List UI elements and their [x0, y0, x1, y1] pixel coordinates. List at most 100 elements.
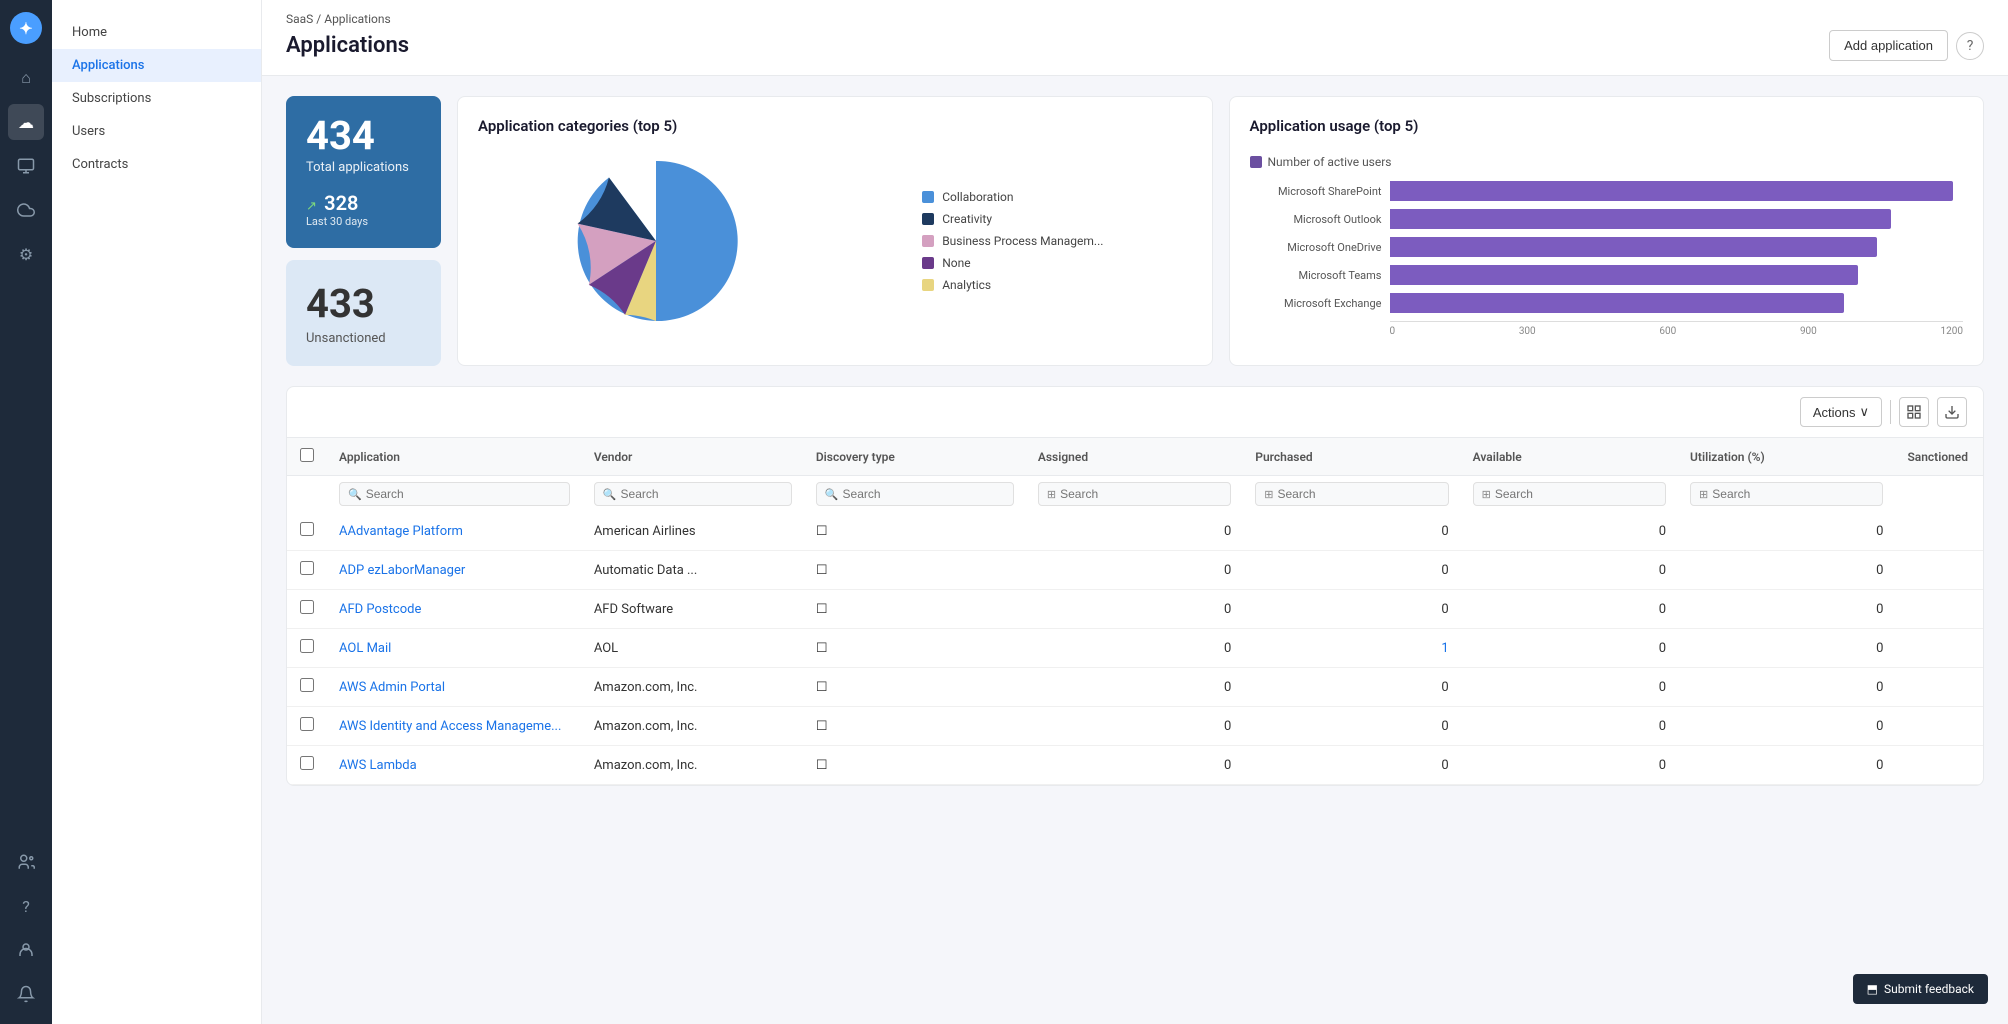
- td-utilization-4: 0: [1678, 668, 1895, 707]
- app-link-3[interactable]: AOL Mail: [339, 641, 391, 656]
- sidebar-icon-user[interactable]: [8, 932, 44, 968]
- vendor-search-input[interactable]: [621, 487, 783, 501]
- help-button[interactable]: ?: [1956, 32, 1984, 60]
- bar-label-2: Microsoft OneDrive: [1250, 241, 1390, 254]
- row-checkbox-1[interactable]: [300, 561, 314, 575]
- td-search-available: ⊞: [1461, 476, 1678, 513]
- td-assigned-3: 0: [1026, 629, 1243, 668]
- td-app-6: AWS Lambda: [327, 746, 582, 785]
- td-discovery-4: ☐: [804, 668, 1026, 707]
- select-all-checkbox[interactable]: [300, 448, 314, 462]
- app-link-1[interactable]: ADP ezLaborManager: [339, 563, 465, 578]
- bar-row-0: Microsoft SharePoint: [1250, 181, 1964, 201]
- app-logo: ✦: [10, 12, 42, 44]
- td-assigned-6: 0: [1026, 746, 1243, 785]
- actions-button[interactable]: Actions ∨: [1800, 397, 1882, 427]
- nav-item-home[interactable]: Home: [52, 16, 261, 49]
- sidebar-icon-monitor[interactable]: [8, 148, 44, 184]
- bar-label-1: Microsoft Outlook: [1250, 213, 1390, 226]
- discovery-search-input[interactable]: [843, 487, 1005, 501]
- legend-label-collaboration: Collaboration: [942, 190, 1013, 204]
- grid-icon-utilization: ⊞: [1699, 488, 1708, 501]
- app-link-4[interactable]: AWS Admin Portal: [339, 680, 445, 695]
- axis-600: 600: [1659, 326, 1676, 337]
- app-link-6[interactable]: AWS Lambda: [339, 758, 417, 773]
- export-button[interactable]: [1937, 397, 1967, 427]
- sidebar-icon-home[interactable]: ⌂: [8, 60, 44, 96]
- app-link-0[interactable]: AAdvantage Platform: [339, 524, 463, 539]
- td-utilization-5: 0: [1678, 707, 1895, 746]
- application-search-input[interactable]: [366, 487, 561, 501]
- assigned-search-cell[interactable]: ⊞: [1038, 482, 1231, 506]
- nav-item-users[interactable]: Users: [52, 115, 261, 148]
- td-vendor-3: AOL: [582, 629, 804, 668]
- sidebar-icon-help[interactable]: ?: [8, 888, 44, 924]
- axis-300: 300: [1519, 326, 1536, 337]
- application-search-cell[interactable]: 🔍: [339, 482, 570, 506]
- bar-label-0: Microsoft SharePoint: [1250, 185, 1390, 198]
- grid-icon-purchased: ⊞: [1264, 488, 1273, 501]
- available-search-input[interactable]: [1495, 487, 1657, 501]
- bar-fill-0: [1390, 181, 1954, 201]
- feedback-icon: ⬒: [1867, 982, 1878, 996]
- row-checkbox-3[interactable]: [300, 639, 314, 653]
- td-utilization-6: 0: [1678, 746, 1895, 785]
- td-check-6: [287, 746, 327, 785]
- page-title: Applications: [286, 33, 409, 58]
- sidebar-icon-cloud[interactable]: ☁: [8, 104, 44, 140]
- td-sanctioned-6: [1895, 746, 1983, 785]
- column-settings-button[interactable]: [1899, 397, 1929, 427]
- nav-item-subscriptions[interactable]: Subscriptions: [52, 82, 261, 115]
- app-link-2[interactable]: AFD Postcode: [339, 602, 421, 617]
- bar-axis-line: [1390, 321, 1964, 322]
- row-checkbox-6[interactable]: [300, 756, 314, 770]
- available-search-cell[interactable]: ⊞: [1473, 482, 1666, 506]
- td-utilization-1: 0: [1678, 551, 1895, 590]
- td-assigned-1: 0: [1026, 551, 1243, 590]
- toolbar-divider: [1890, 400, 1891, 424]
- app-link-5[interactable]: AWS Identity and Access Manageme...: [339, 719, 561, 734]
- purchased-search-cell[interactable]: ⊞: [1255, 482, 1448, 506]
- discovery-search-cell[interactable]: 🔍: [816, 482, 1014, 506]
- nav-item-contracts[interactable]: Contracts: [52, 148, 261, 181]
- td-vendor-2: AFD Software: [582, 590, 804, 629]
- td-discovery-1: ☐: [804, 551, 1026, 590]
- main-content: SaaS / Applications Applications Add app…: [262, 0, 2008, 1024]
- sidebar-icon-bell[interactable]: [8, 976, 44, 1012]
- td-check-4: [287, 668, 327, 707]
- legend-label-analytics: Analytics: [942, 278, 991, 292]
- td-vendor-5: Amazon.com, Inc.: [582, 707, 804, 746]
- usage-chart-card: Application usage (top 5) Number of acti…: [1229, 96, 1985, 366]
- td-utilization-0: 0: [1678, 512, 1895, 551]
- purchased-search-input[interactable]: [1277, 487, 1439, 501]
- td-discovery-5: ☐: [804, 707, 1026, 746]
- td-available-2: 0: [1461, 590, 1678, 629]
- assigned-search-input[interactable]: [1060, 487, 1222, 501]
- sidebar-icon-groups[interactable]: [8, 844, 44, 880]
- table-body: AAdvantage Platform American Airlines ☐ …: [287, 512, 1983, 785]
- page-header: SaaS / Applications Applications Add app…: [262, 0, 2008, 76]
- td-available-1: 0: [1461, 551, 1678, 590]
- bar-track-3: [1390, 265, 1964, 285]
- submit-feedback-button[interactable]: ⬒ Submit feedback: [1853, 974, 1988, 1004]
- th-discovery-type: Discovery type: [804, 438, 1026, 476]
- sidebar-icon-settings[interactable]: ⚙: [8, 236, 44, 272]
- td-app-1: ADP ezLaborManager: [327, 551, 582, 590]
- add-application-button[interactable]: Add application: [1829, 30, 1948, 61]
- table-row: AAdvantage Platform American Airlines ☐ …: [287, 512, 1983, 551]
- pie-chart: [566, 151, 746, 331]
- row-checkbox-5[interactable]: [300, 717, 314, 731]
- row-checkbox-0[interactable]: [300, 522, 314, 536]
- utilization-search-cell[interactable]: ⊞: [1690, 482, 1883, 506]
- bar-legend-dot: [1250, 156, 1262, 168]
- row-checkbox-4[interactable]: [300, 678, 314, 692]
- trend-arrow: ↗: [306, 199, 317, 214]
- vendor-search-cell[interactable]: 🔍: [594, 482, 792, 506]
- table-row: AWS Identity and Access Manageme... Amaz…: [287, 707, 1983, 746]
- nav-item-applications[interactable]: Applications: [52, 49, 261, 82]
- utilization-search-input[interactable]: [1712, 487, 1874, 501]
- td-vendor-0: American Airlines: [582, 512, 804, 551]
- sidebar-icon-cloud2[interactable]: [8, 192, 44, 228]
- row-checkbox-2[interactable]: [300, 600, 314, 614]
- td-sanctioned-2: [1895, 590, 1983, 629]
